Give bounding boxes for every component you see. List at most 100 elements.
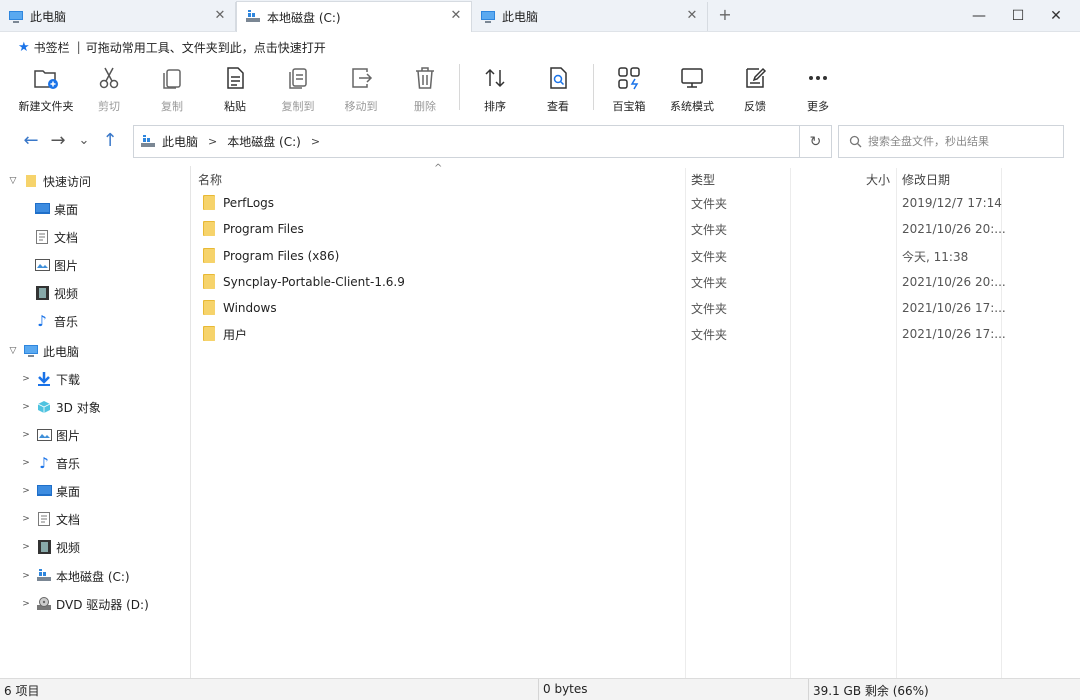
column-header-type[interactable]: 类型 (691, 168, 715, 190)
column-header-date[interactable]: 修改日期 (902, 168, 950, 190)
chevron-right-icon[interactable]: > (20, 571, 32, 581)
chevron-down-icon[interactable]: ▽ (7, 176, 19, 186)
table-row[interactable]: Program Files 文件夹 2021/10/26 20:... (192, 216, 1006, 242)
table-row[interactable]: PerfLogs 文件夹 2019/12/7 17:14 (192, 190, 1002, 216)
chevron-down-icon[interactable]: ▽ (7, 346, 19, 356)
new-folder-button[interactable]: 新建文件夹 (14, 60, 78, 116)
computer-icon (23, 343, 39, 359)
sidebar-item-this-pc[interactable]: ▽ 此电脑 (7, 340, 79, 362)
sidebar-item-documents[interactable]: 文档 (34, 226, 78, 248)
cut-label: 剪切 (98, 100, 120, 113)
cut-button[interactable]: 剪切 (77, 60, 141, 116)
sidebar-item-music[interactable]: ♪ 音乐 (34, 310, 78, 332)
copy-to-button[interactable]: 复制到 (266, 60, 330, 116)
chevron-right-icon[interactable]: > (20, 374, 32, 384)
sidebar-item-videos[interactable]: 视频 (34, 282, 78, 304)
chevron-right-icon[interactable]: > (20, 542, 32, 552)
sidebar-item-music-pc[interactable]: > ♪ 音乐 (20, 452, 80, 474)
chevron-right-icon[interactable]: > (20, 486, 32, 496)
drive-icon (36, 568, 52, 584)
delete-button[interactable]: 删除 (393, 60, 457, 116)
new-folder-icon (34, 70, 58, 89)
file-type: 文件夹 (691, 222, 728, 237)
table-row[interactable]: Syncplay-Portable-Client-1.6.9 文件夹 2021/… (192, 269, 1006, 295)
sidebar-item-pictures-pc[interactable]: > 图片 (20, 424, 80, 446)
breadcrumb-this-pc[interactable]: 此电脑 (162, 133, 198, 150)
file-date: 2021/10/26 17:... (902, 327, 1006, 341)
history-chevron-down-icon[interactable]: ⌄ (74, 130, 94, 152)
tab-this-pc-1[interactable]: 此电脑 ✕ (0, 2, 236, 31)
sidebar-label: 桌面 (54, 202, 79, 217)
tab-this-pc-2[interactable]: 此电脑 ✕ (472, 2, 708, 31)
system-mode-button[interactable]: 系统模式 (660, 60, 724, 116)
table-row[interactable]: 用户 文件夹 2021/10/26 17:... (192, 321, 1006, 347)
forward-arrow-icon[interactable]: → (48, 130, 68, 152)
music-note-icon: ♪ (39, 454, 49, 472)
sidebar-item-videos-pc[interactable]: > 视频 (20, 536, 80, 558)
feedback-button[interactable]: 反馈 (723, 60, 787, 116)
search-input[interactable] (868, 135, 1058, 148)
sidebar-item-3d-objects[interactable]: > 3D 对象 (20, 396, 101, 418)
sidebar-item-pictures[interactable]: 图片 (34, 254, 78, 276)
status-selected-size: 0 bytes (543, 682, 588, 696)
chevron-right-icon[interactable]: > (20, 402, 32, 412)
chevron-right-icon[interactable]: > (311, 135, 320, 148)
column-header-size[interactable]: 大小 (866, 168, 890, 190)
up-arrow-icon[interactable]: ↑ (100, 130, 120, 152)
table-row[interactable]: Program Files (x86) 文件夹 今天, 11:38 (192, 243, 1002, 269)
more-button[interactable]: 更多 (786, 60, 850, 116)
cube-icon (36, 399, 52, 415)
address-bar[interactable]: 此电脑 > 本地磁盘 (C:) > (133, 125, 800, 158)
sidebar-label: 本地磁盘 (C:) (56, 569, 130, 584)
close-tab-icon[interactable]: ✕ (449, 9, 463, 23)
tab-local-disk[interactable]: 本地磁盘 (C:) ✕ (236, 1, 472, 32)
feedback-icon (746, 67, 767, 88)
close-window-button[interactable]: ✕ (1045, 6, 1067, 26)
sidebar-label: 3D 对象 (56, 400, 101, 415)
refresh-button[interactable]: ↻ (800, 125, 832, 158)
refresh-icon: ↻ (809, 133, 822, 150)
sidebar-label: 下载 (56, 372, 81, 387)
close-tab-icon[interactable]: ✕ (213, 9, 227, 23)
move-to-label: 移动到 (344, 100, 378, 113)
tab-bar: 此电脑 ✕ 本地磁盘 (C:) ✕ 此电脑 ✕ + — ☐ ✕ (0, 0, 1080, 32)
minimize-button[interactable]: — (968, 6, 990, 26)
search-box[interactable] (838, 125, 1064, 158)
toolbar: 新建文件夹 剪切 复制 粘贴 复制到 移动到 删除 排序 查看 百宝箱 系统模式 (0, 60, 1080, 116)
sidebar-item-desktop[interactable]: 桌面 (34, 198, 78, 220)
sidebar-item-local-disk[interactable]: > 本地磁盘 (C:) (20, 565, 130, 587)
sidebar-item-quick-access[interactable]: ▽ 快速访问 (7, 170, 91, 192)
toolbar-divider (459, 64, 460, 110)
chevron-right-icon[interactable]: > (20, 599, 32, 609)
new-tab-button[interactable]: + (716, 6, 734, 24)
sidebar-item-documents-pc[interactable]: > 文档 (20, 508, 80, 530)
sidebar-item-desktop-pc[interactable]: > 桌面 (20, 480, 80, 502)
sidebar-item-dvd-drive[interactable]: > DVD 驱动器 (D:) (20, 593, 149, 615)
chevron-right-icon[interactable]: > (20, 514, 32, 524)
column-header-name[interactable]: 名称 (198, 168, 222, 190)
breadcrumb-local-disk[interactable]: 本地磁盘 (C:) (227, 133, 301, 150)
sort-button[interactable]: 排序 (463, 60, 527, 116)
back-arrow-icon[interactable]: ← (21, 130, 41, 152)
sort-icon (485, 68, 505, 88)
chevron-right-icon[interactable]: > (20, 458, 32, 468)
paste-button[interactable]: 粘贴 (203, 60, 267, 116)
view-button[interactable]: 查看 (526, 60, 590, 116)
copy-button[interactable]: 复制 (140, 60, 204, 116)
divider (538, 679, 539, 700)
chevron-right-icon[interactable]: > (20, 430, 32, 440)
close-tab-icon[interactable]: ✕ (685, 9, 699, 23)
table-row[interactable]: Windows 文件夹 2021/10/26 17:... (192, 295, 1006, 321)
document-icon (36, 511, 52, 527)
trash-icon (416, 67, 434, 89)
maximize-button[interactable]: ☐ (1007, 6, 1029, 26)
sidebar-label: 音乐 (56, 456, 81, 471)
sidebar-item-downloads[interactable]: > 下载 (20, 368, 80, 390)
file-name: Windows (223, 301, 277, 315)
chevron-right-icon[interactable]: > (208, 135, 217, 148)
move-to-button[interactable]: 移动到 (329, 60, 393, 116)
sidebar-label: 图片 (54, 258, 79, 273)
music-note-icon: ♪ (37, 312, 47, 330)
toolbox-button[interactable]: 百宝箱 (597, 60, 661, 116)
sort-ascending-icon: ^ (434, 163, 443, 174)
